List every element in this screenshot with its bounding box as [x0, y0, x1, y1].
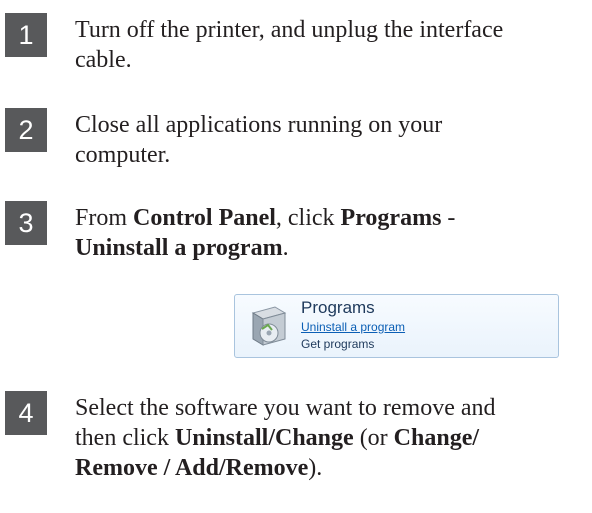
step-2-text: Close all applications running on your c…: [75, 110, 590, 170]
step-3-text: From Control Panel, click Programs - Uni…: [75, 203, 590, 263]
step-3-text-mid: , click: [275, 205, 341, 231]
step-1-text: Turn off the printer, and unplug the int…: [75, 15, 590, 75]
step-1-line-2: cable.: [75, 47, 132, 73]
step-2-line-1: Close all applications running on your: [75, 112, 443, 138]
step-4-text-post: ).: [308, 455, 323, 481]
remove-add-remove-term: Remove / Add/Remove: [75, 455, 309, 481]
step-number-2: 2: [5, 108, 47, 152]
step-4-line-1: Select the software you want to remove a…: [75, 395, 496, 421]
step-4-text-pre: then click: [75, 425, 175, 451]
change-term: Change/: [393, 425, 480, 451]
step-3-text-post: -: [441, 205, 456, 231]
step-3-period: .: [282, 235, 289, 261]
step-3-text-pre: From: [75, 205, 134, 231]
control-panel-term: Control Panel: [133, 205, 276, 231]
uninstall-program-term: Uninstall a program: [75, 235, 283, 261]
step-number-3: 3: [5, 201, 47, 245]
uninstall-change-term: Uninstall/Change: [174, 425, 354, 451]
programs-box-icon: [251, 306, 287, 346]
step-4-text-mid: (or: [353, 425, 394, 451]
step-number-4: 4: [5, 391, 47, 435]
get-programs-link[interactable]: Get programs: [301, 337, 374, 351]
programs-panel-screenshot: Programs Uninstall a program Get program…: [234, 294, 559, 358]
step-1-line-1: Turn off the printer, and unplug the int…: [75, 17, 504, 43]
step-2-line-2: computer.: [75, 142, 171, 168]
step-number-1: 1: [5, 13, 47, 57]
programs-heading: Programs: [301, 298, 375, 317]
step-4-text: Select the software you want to remove a…: [75, 393, 590, 483]
programs-term: Programs: [340, 205, 442, 231]
uninstall-program-link[interactable]: Uninstall a program: [301, 320, 405, 334]
